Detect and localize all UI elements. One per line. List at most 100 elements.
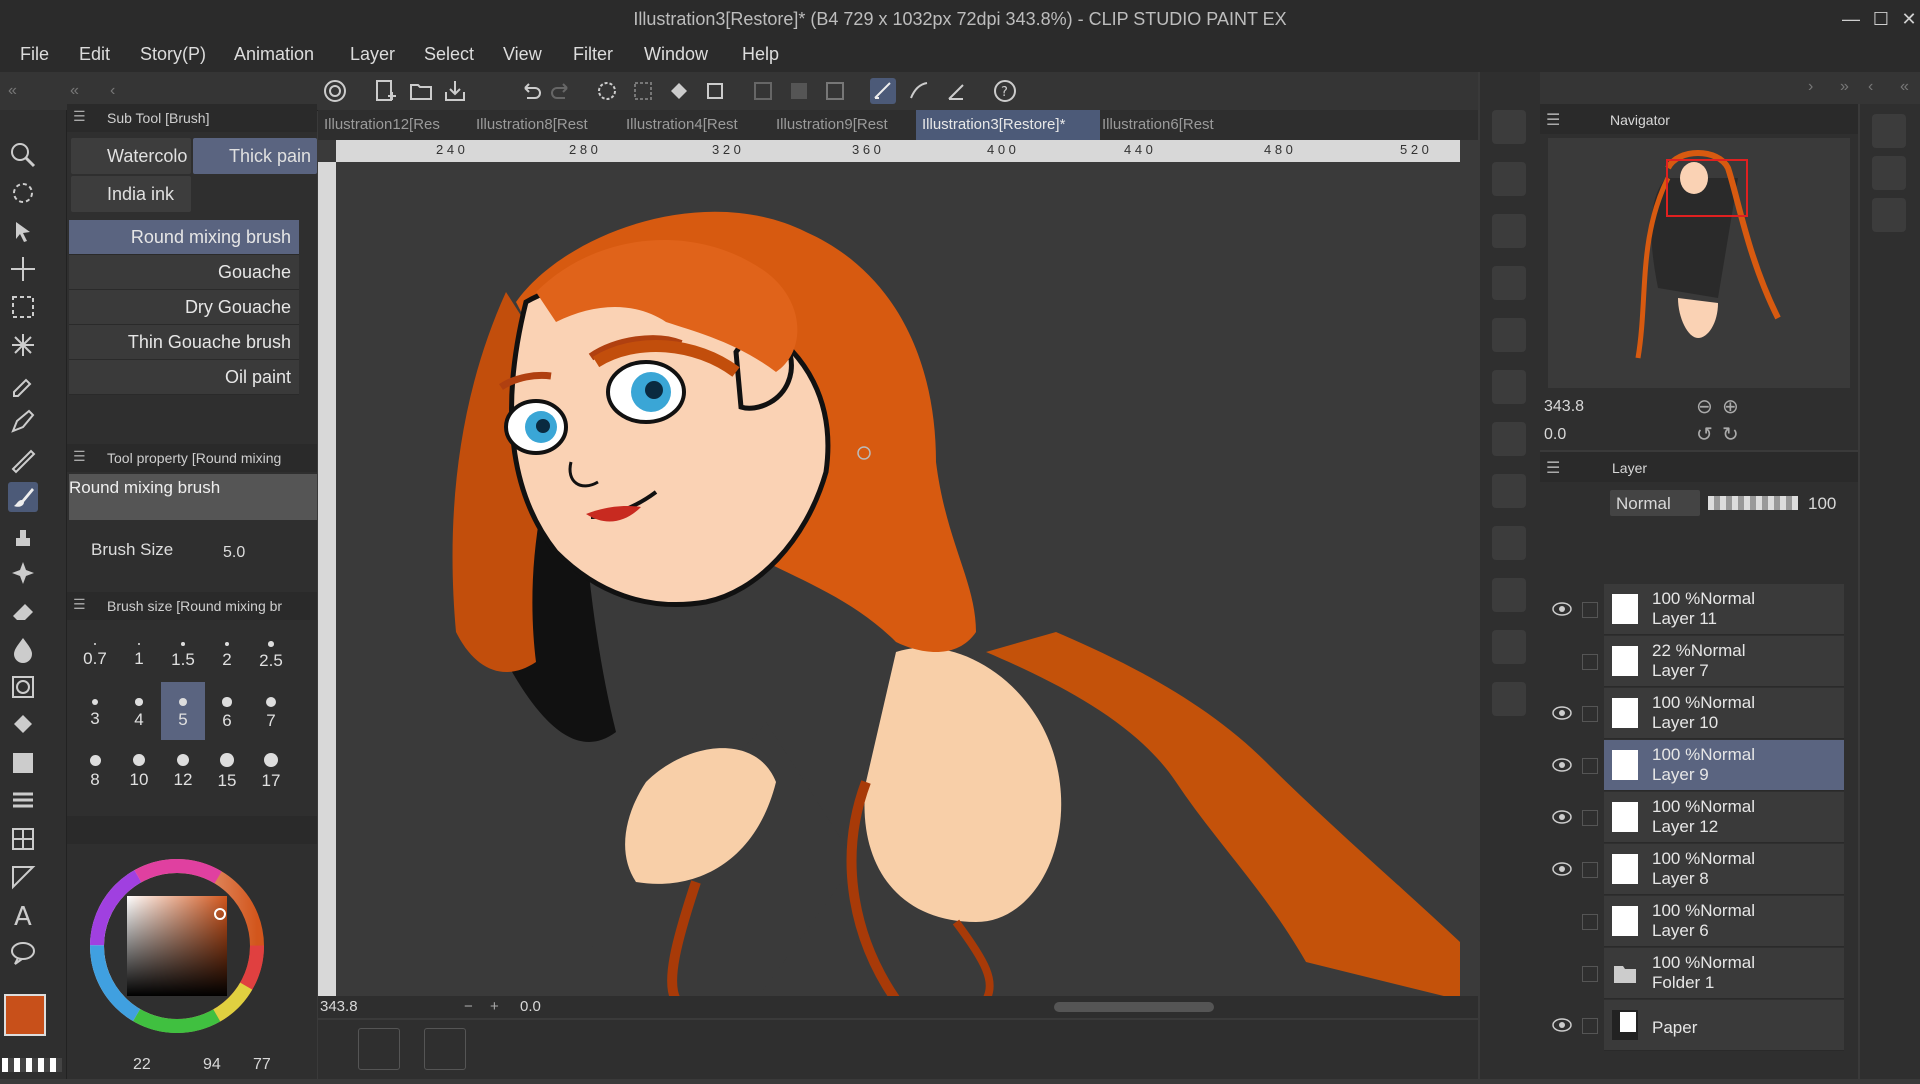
save-icon[interactable] [442, 78, 468, 104]
layer-row[interactable]: 100 %Normal Layer 12 [1604, 792, 1844, 843]
deselect-icon[interactable] [750, 78, 776, 104]
brush-size-option[interactable]: 2 [205, 624, 249, 682]
brush-tool-icon[interactable] [8, 482, 38, 512]
material-icon[interactable] [1492, 474, 1526, 508]
ruler-tool-icon[interactable] [8, 824, 38, 854]
navigator-zoom[interactable]: 343.8 [1544, 398, 1584, 416]
line-tool-icon[interactable] [8, 862, 38, 892]
material-icon[interactable] [1492, 214, 1526, 248]
decoration-icon[interactable] [8, 558, 38, 588]
menu-view[interactable]: View [503, 44, 542, 65]
sub-view-icon[interactable] [1872, 198, 1906, 232]
color-wheel[interactable] [87, 856, 267, 1036]
brush-size-option[interactable]: 0.7 [73, 624, 117, 682]
chevron-right-icon[interactable]: › [1808, 78, 1813, 96]
zoom-out-icon[interactable]: − [464, 998, 473, 1015]
operation-tool-icon[interactable] [8, 178, 38, 208]
help-icon[interactable]: ? [992, 78, 1018, 104]
redo-icon[interactable] [548, 78, 574, 104]
tab-illustration8[interactable]: Illustration8[Rest [470, 110, 626, 140]
menu-select[interactable]: Select [424, 44, 474, 65]
visibility-eye-icon[interactable] [1552, 602, 1572, 616]
expand-right-icon[interactable]: » [1840, 78, 1849, 96]
layer-search-icon[interactable] [1872, 156, 1906, 190]
undo-icon[interactable] [518, 78, 544, 104]
eraser-icon[interactable] [8, 596, 38, 626]
visibility-eye-icon[interactable] [1552, 758, 1572, 772]
tab-watercolor[interactable]: Watercolo [71, 138, 191, 174]
navigator-preview[interactable] [1548, 138, 1850, 388]
zoom-in-icon[interactable]: + [490, 998, 499, 1015]
brush-item[interactable]: Dry Gouache [69, 290, 299, 325]
brush-size-option[interactable]: 5 [161, 682, 205, 740]
visibility-eye-icon[interactable] [1552, 810, 1572, 824]
layer-lock-checkbox[interactable] [1582, 1018, 1598, 1034]
pen-tool-icon[interactable] [8, 406, 38, 436]
snap-ruler-icon[interactable] [870, 78, 896, 104]
transparent-color-icon[interactable] [2, 1058, 62, 1072]
visibility-eye-icon[interactable] [1552, 706, 1572, 720]
pencil-tool-icon[interactable] [8, 444, 38, 474]
object-tool-icon[interactable] [8, 216, 38, 246]
brush-size-option[interactable]: 8 [73, 740, 117, 798]
new-file-icon[interactable] [372, 78, 398, 104]
material-icon[interactable] [1492, 578, 1526, 612]
blend-mode-select[interactable]: Normal [1610, 490, 1700, 516]
minimize-button[interactable]: — [1836, 6, 1866, 32]
layer-row[interactable]: 100 %Normal Layer 8 [1604, 844, 1844, 895]
layer-lock-checkbox[interactable] [1582, 966, 1598, 982]
fill-tool-icon[interactable] [8, 710, 38, 740]
material-icon[interactable] [1492, 162, 1526, 196]
brush-size-value[interactable]: 5.0 [223, 544, 245, 562]
open-folder-icon[interactable] [408, 78, 434, 104]
zoom-readout[interactable]: 343.8 [320, 998, 358, 1015]
layer-property-icon[interactable] [1872, 114, 1906, 148]
move-layer-icon[interactable] [8, 254, 38, 284]
fit-icon[interactable] [424, 1028, 466, 1070]
clear-outside-icon[interactable] [630, 78, 656, 104]
brush-item[interactable]: Thin Gouache brush [69, 325, 299, 360]
visibility-eye-icon[interactable] [1552, 862, 1572, 876]
layer-row[interactable]: 100 %Normal Layer 9 [1604, 740, 1844, 791]
clear-icon[interactable] [594, 78, 620, 104]
layer-row[interactable]: 100 %Normal Layer 11 [1604, 584, 1844, 635]
material-icon[interactable] [1492, 682, 1526, 716]
layer-lock-checkbox[interactable] [1582, 706, 1598, 722]
layer-lock-checkbox[interactable] [1582, 810, 1598, 826]
show-selection-icon[interactable] [822, 78, 848, 104]
zoom-in-icon[interactable]: ⊕ [1722, 394, 1739, 419]
tab-illustration9[interactable]: Illustration9[Rest [770, 110, 926, 140]
selection-tool-icon[interactable] [8, 292, 38, 322]
blend-tool-icon[interactable] [8, 634, 38, 664]
menu-help[interactable]: Help [742, 44, 779, 65]
zoom-out-icon[interactable]: ⊖ [1696, 394, 1713, 419]
brush-item[interactable]: Gouache [69, 255, 299, 290]
tab-illustration6[interactable]: Illustration6[Rest [1096, 110, 1252, 140]
zoom-tool-icon[interactable] [8, 140, 38, 170]
brush-size-option[interactable]: 15 [205, 740, 249, 798]
text-tool-icon[interactable]: A [8, 900, 38, 932]
collapse-icon[interactable]: « [1900, 78, 1909, 96]
horizontal-scrollbar[interactable] [1054, 1002, 1214, 1012]
airbrush-icon[interactable] [8, 520, 38, 550]
animation-icon[interactable] [358, 1028, 400, 1070]
menu-story[interactable]: Story(P) [140, 44, 206, 65]
figure-tool-icon[interactable] [8, 672, 38, 702]
brush-size-option[interactable]: 12 [161, 740, 205, 798]
snap-grid-icon[interactable] [944, 78, 970, 104]
clip-studio-icon[interactable] [322, 78, 348, 104]
menu-icon[interactable]: ☰ [73, 596, 86, 613]
drawing-canvas[interactable] [336, 162, 1460, 1000]
brush-size-option[interactable]: 10 [117, 740, 161, 798]
brush-size-option[interactable]: 3 [73, 682, 117, 740]
layer-lock-checkbox[interactable] [1582, 654, 1598, 670]
opacity-slider[interactable] [1708, 496, 1798, 510]
brush-item[interactable]: Oil paint [69, 360, 299, 395]
material-icon[interactable] [1492, 526, 1526, 560]
chevron-left-icon[interactable]: ‹ [110, 82, 115, 100]
layer-lock-checkbox[interactable] [1582, 602, 1598, 618]
brush-size-option[interactable]: 17 [249, 740, 293, 798]
expand-left-icon[interactable]: « [70, 82, 79, 100]
brush-item[interactable]: Round mixing brush [69, 220, 299, 255]
tab-india-ink[interactable]: India ink [71, 176, 191, 212]
